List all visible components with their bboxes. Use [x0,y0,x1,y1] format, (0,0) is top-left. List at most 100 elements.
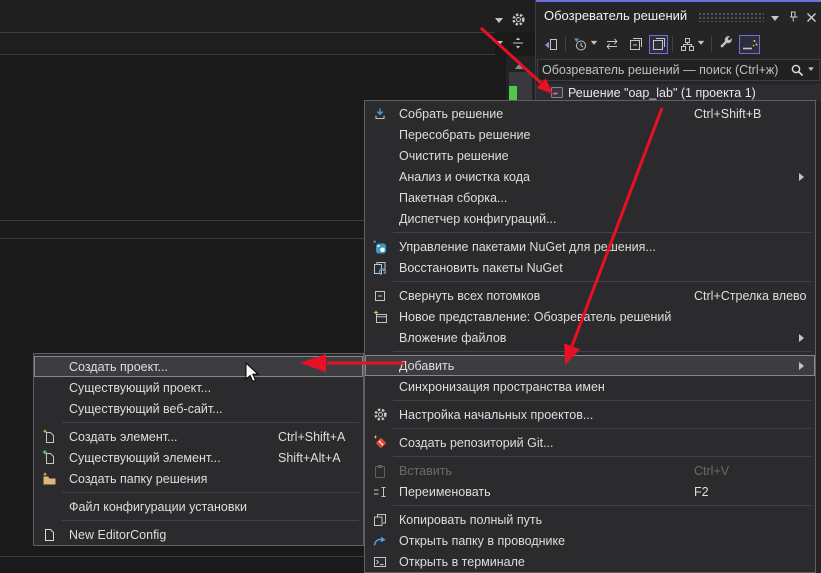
menu-item-collapse-all[interactable]: Свернуть всех потомков Ctrl+Стрелка влев… [365,285,815,306]
view-hierarchy-icon[interactable] [677,34,697,54]
collapse-all-icon[interactable] [626,34,646,54]
menu-separator [62,492,359,493]
copy-icon [372,512,388,528]
sync-with-active-document-icon[interactable] [541,34,561,54]
rename-icon [372,484,388,500]
menu-item-new-view[interactable]: Новое представление: Обозреватель решени… [365,306,815,327]
submenu-item-new-item[interactable]: Создать элемент... Ctrl+Shift+A [34,426,363,447]
search-placeholder: Обозреватель решений — поиск (Ctrl+ж) [542,63,790,77]
paste-icon [372,463,388,479]
menu-item-add[interactable]: Добавить [365,355,815,376]
git-icon [372,435,388,451]
chevron-down-icon[interactable] [808,67,814,73]
menu-separator [393,456,811,457]
menu-item-open-folder-explorer[interactable]: Открыть папку в проводнике [365,530,815,551]
toolbar-separator [672,36,673,52]
menu-item-label: Файл конфигурации установки [69,500,247,514]
menu-item-label: Переименовать [399,485,491,499]
menu-item-configuration-manager[interactable]: Диспетчер конфигураций... [365,208,815,229]
menu-item-manage-nuget[interactable]: Управление пакетами NuGet для решения... [365,236,815,257]
search-icon[interactable] [790,63,805,78]
menu-item-label: Создать проект... [69,360,168,374]
properties-wrench-icon[interactable] [716,34,736,54]
menu-item-sync-namespaces[interactable]: Синхронизация пространства имен [365,376,815,397]
chevron-down-icon[interactable] [766,11,784,29]
menu-item-label: Открыть в терминале [399,555,525,569]
menu-item-label: Пересобрать решение [399,128,530,142]
nuget-restore-icon [372,260,388,276]
scroll-up-icon[interactable] [515,60,523,69]
divider [0,54,495,55]
menu-item-code-analysis[interactable]: Анализ и очистка кода [365,166,815,187]
menu-item-rename[interactable]: Переименовать F2 [365,481,815,502]
chevron-down-icon[interactable] [591,40,597,47]
submenu-item-existing-website[interactable]: Существующий веб-сайт... [34,398,363,419]
menu-item-open-terminal[interactable]: Открыть в терминале [365,551,815,572]
solution-icon [550,86,564,99]
submenu-arrow-icon [799,362,808,370]
menu-item-hotkey: Ctrl+Shift+A [278,426,345,447]
menu-item-startup-projects[interactable]: Настройка начальных проектов... [365,404,815,425]
editor-scrollbar[interactable] [506,56,535,101]
menu-item-label: Существующий проект... [69,381,211,395]
menu-item-paste[interactable]: Вставить Ctrl+V [365,460,815,481]
submenu-item-new-editorconfig[interactable]: New EditorConfig [34,524,363,545]
editor-tab-strip [0,0,536,32]
menu-item-label: Диспетчер конфигураций... [399,212,556,226]
editor-breadcrumb-bar [0,33,495,54]
chevron-down-icon[interactable] [495,18,503,27]
menu-item-label: Восстановить пакеты NuGet [399,261,563,275]
preview-selected-items-icon[interactable] [739,35,760,54]
menu-separator [393,505,811,506]
menu-separator [393,232,811,233]
toolbar-separator [711,36,712,52]
panel-title: Обозреватель решений [544,8,687,23]
menu-item-label: Открыть папку в проводнике [399,534,565,548]
solution-tree-item[interactable]: Решение "oap_lab" (1 проекта 1) [536,84,821,101]
menu-item-copy-full-path[interactable]: Копировать полный путь [365,509,815,530]
submenu-arrow-icon [799,173,808,181]
menu-item-label: Анализ и очистка кода [399,170,530,184]
add-submenu: Создать проект... Существующий проект...… [33,353,364,546]
menu-item-label: Синхронизация пространства имен [399,380,605,394]
search-input[interactable]: Обозреватель решений — поиск (Ctrl+ж) [537,59,820,81]
submenu-item-setup-config-file[interactable]: Файл конфигурации установки [34,496,363,517]
divider [0,238,364,239]
chevron-down-icon[interactable] [698,40,704,47]
menu-item-hotkey: F2 [694,481,709,502]
new-item-icon [41,429,57,445]
menu-item-build-solution[interactable]: Собрать решение Ctrl+Shift+B [365,103,815,124]
panel-toolbar [536,30,821,58]
close-icon[interactable] [802,8,820,26]
submenu-item-existing-project[interactable]: Существующий проект... [34,377,363,398]
menu-item-create-git-repo[interactable]: Создать репозиторий Git... [365,432,815,453]
switch-views-icon[interactable] [602,34,622,54]
menu-item-label: Очистить решение [399,149,509,163]
panel-accent-border [536,0,821,2]
new-view-icon [372,309,388,325]
show-all-files-icon[interactable] [649,35,668,54]
pin-icon[interactable] [784,8,802,26]
solution-context-menu: Собрать решение Ctrl+Shift+B Пересобрать… [364,100,816,573]
submenu-item-existing-item[interactable]: Существующий элемент... Shift+Alt+A [34,447,363,468]
menu-item-label: Существующий элемент... [69,451,221,465]
solution-folder-icon [41,471,57,487]
menu-separator [393,351,811,352]
panel-drag-texture [698,12,764,22]
submenu-item-new-project[interactable]: Создать проект... [34,356,363,377]
menu-item-file-nesting[interactable]: Вложение файлов [365,327,815,348]
submenu-item-new-solution-folder[interactable]: Создать папку решения [34,468,363,489]
menu-item-rebuild-solution[interactable]: Пересобрать решение [365,124,815,145]
menu-item-clean-solution[interactable]: Очистить решение [365,145,815,166]
nuget-icon [372,239,388,255]
pending-changes-filter-icon[interactable] [570,34,590,54]
solution-label: Решение "oap_lab" (1 проекта 1) [568,86,756,100]
chevron-down-icon[interactable] [495,41,503,50]
menu-item-hotkey: Ctrl+Стрелка влево [694,285,807,306]
split-editor-icon[interactable] [511,36,525,50]
menu-item-batch-build[interactable]: Пакетная сборка... [365,187,815,208]
menu-separator [393,400,811,401]
menu-item-restore-nuget[interactable]: Восстановить пакеты NuGet [365,257,815,278]
gear-icon[interactable] [511,12,526,27]
menu-item-label: Свернуть всех потомков [399,289,540,303]
